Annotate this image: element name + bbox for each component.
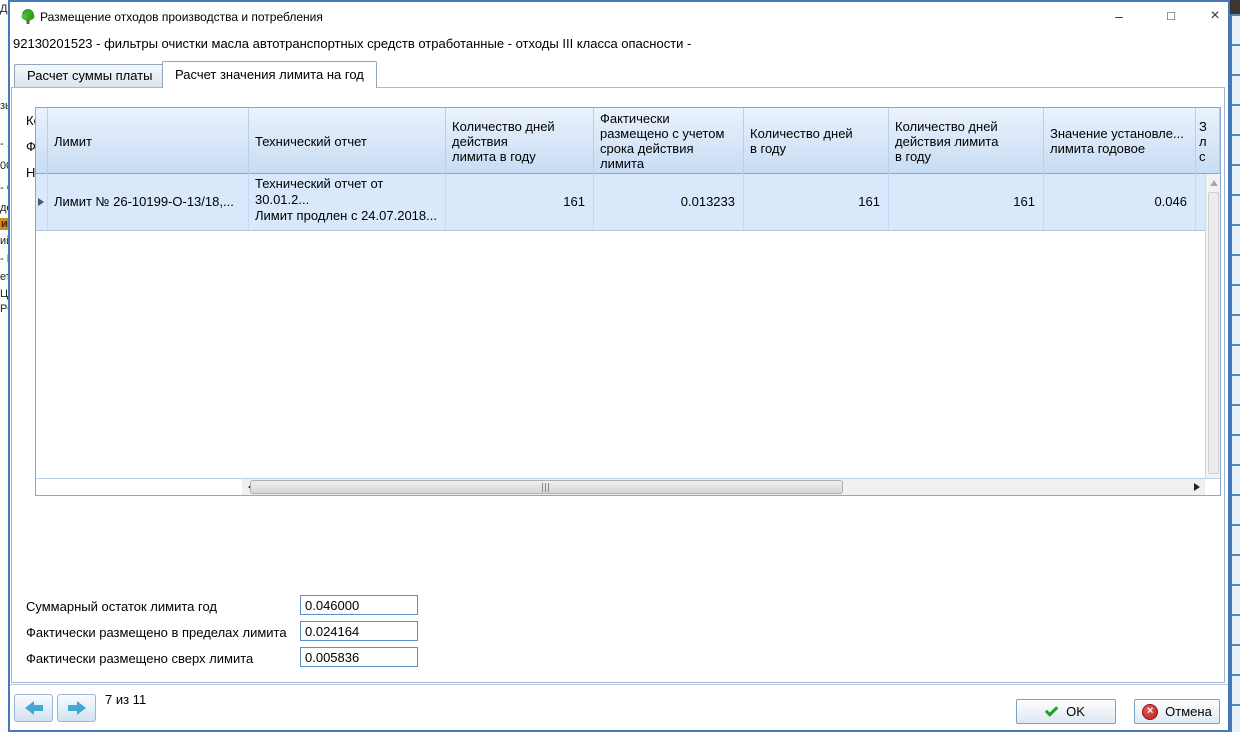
record-counter: 7 из 11 (105, 692, 146, 707)
scroll-up-button[interactable] (1207, 176, 1220, 190)
background-text-fragment: Д (0, 3, 7, 15)
cell-days-limit-in-year: 161 (889, 174, 1044, 230)
background-window-right-sliver (1230, 14, 1240, 732)
bottom-separator (10, 684, 1228, 685)
tree-icon (19, 8, 37, 26)
horizontal-scrollbar-thumb[interactable] (250, 480, 843, 494)
table-row[interactable]: Лимит № 26-10199-О-13/18,... Технический… (36, 174, 1207, 231)
cell-limit: Лимит № 26-10199-О-13/18,... (48, 174, 249, 230)
total-limit-remainder-label: Суммарный остаток лимита год (26, 599, 217, 614)
maximize-button[interactable]: □ (1154, 4, 1188, 28)
vertical-scrollbar[interactable] (1205, 174, 1220, 480)
column-header-days-limit-in-year[interactable]: Количество дней действия лимита в году (889, 108, 1044, 174)
column-header-days-limit-active[interactable]: Количество дней действия лимита в году (446, 108, 594, 174)
cell-report: Технический отчет от 30.01.2... Лимит пр… (249, 174, 446, 230)
placed-within-limit-label: Фактически размещено в пределах лимита (26, 625, 287, 640)
arrow-up-icon (1210, 180, 1218, 186)
minimize-button[interactable]: – (1102, 4, 1136, 28)
cell-placed-with-term: 0.013233 (594, 174, 744, 230)
placed-over-limit-input[interactable] (300, 647, 418, 667)
ok-button[interactable]: OK (1016, 699, 1116, 724)
scrollbar-grip-icon (542, 483, 551, 492)
tab-payment-sum[interactable]: Расчет суммы платы (14, 64, 166, 87)
previous-record-button[interactable] (14, 694, 53, 722)
check-icon (1045, 703, 1058, 716)
placed-within-limit-input[interactable] (300, 621, 418, 641)
background-text-fragment: Ц (0, 288, 8, 300)
column-header-placed-with-term[interactable]: Фактически размещено с учетом срока дейс… (594, 108, 744, 174)
waste-code-subtitle: 92130201523 - фильтры очистки масла авто… (13, 36, 691, 51)
cell-days-in-year: 161 (744, 174, 889, 230)
vertical-scrollbar-thumb[interactable] (1208, 192, 1219, 474)
cancel-button[interactable]: × Отмена (1134, 699, 1220, 724)
column-header-annual-limit-value[interactable]: Значение установле... лимита годовое (1044, 108, 1196, 174)
arrow-right-icon (68, 701, 86, 715)
horizontal-scrollbar-zone (36, 478, 1220, 495)
waste-disposal-dialog: Размещение отходов производства и потреб… (8, 0, 1230, 732)
close-button[interactable]: × (1198, 4, 1232, 28)
column-header-clipped[interactable]: З л с (1196, 108, 1220, 174)
scroll-right-button[interactable] (1188, 479, 1205, 495)
placed-over-limit-label: Фактически размещено сверх лимита (26, 651, 253, 666)
cancel-button-label: Отмена (1165, 704, 1212, 719)
title-bar[interactable]: Размещение отходов производства и потреб… (10, 2, 1228, 32)
row-indicator-header (36, 108, 48, 174)
row-indicator-cell (36, 174, 48, 230)
column-header-report[interactable]: Технический отчет (249, 108, 446, 174)
horizontal-scrollbar[interactable] (242, 479, 1205, 495)
column-header-days-in-year[interactable]: Количество дней в году (744, 108, 889, 174)
arrow-right-icon (1194, 483, 1200, 491)
ok-button-label: OK (1066, 704, 1085, 719)
cancel-x-icon: × (1142, 704, 1158, 720)
cell-annual-limit-value: 0.046 (1044, 174, 1196, 230)
tab-annual-limit[interactable]: Расчет значения лимита на год (162, 61, 377, 88)
cell-days-limit-active: 161 (446, 174, 594, 230)
window-title: Размещение отходов производства и потреб… (40, 10, 323, 24)
table-header-row: Лимит Технический отчет Количество дней … (36, 108, 1220, 174)
arrow-left-icon (25, 701, 43, 715)
limits-table: Лимит Технический отчет Количество дней … (35, 107, 1221, 496)
column-header-limit[interactable]: Лимит (48, 108, 249, 174)
total-limit-remainder-input[interactable] (300, 595, 418, 615)
current-row-marker-icon (38, 198, 44, 206)
next-record-button[interactable] (57, 694, 96, 722)
